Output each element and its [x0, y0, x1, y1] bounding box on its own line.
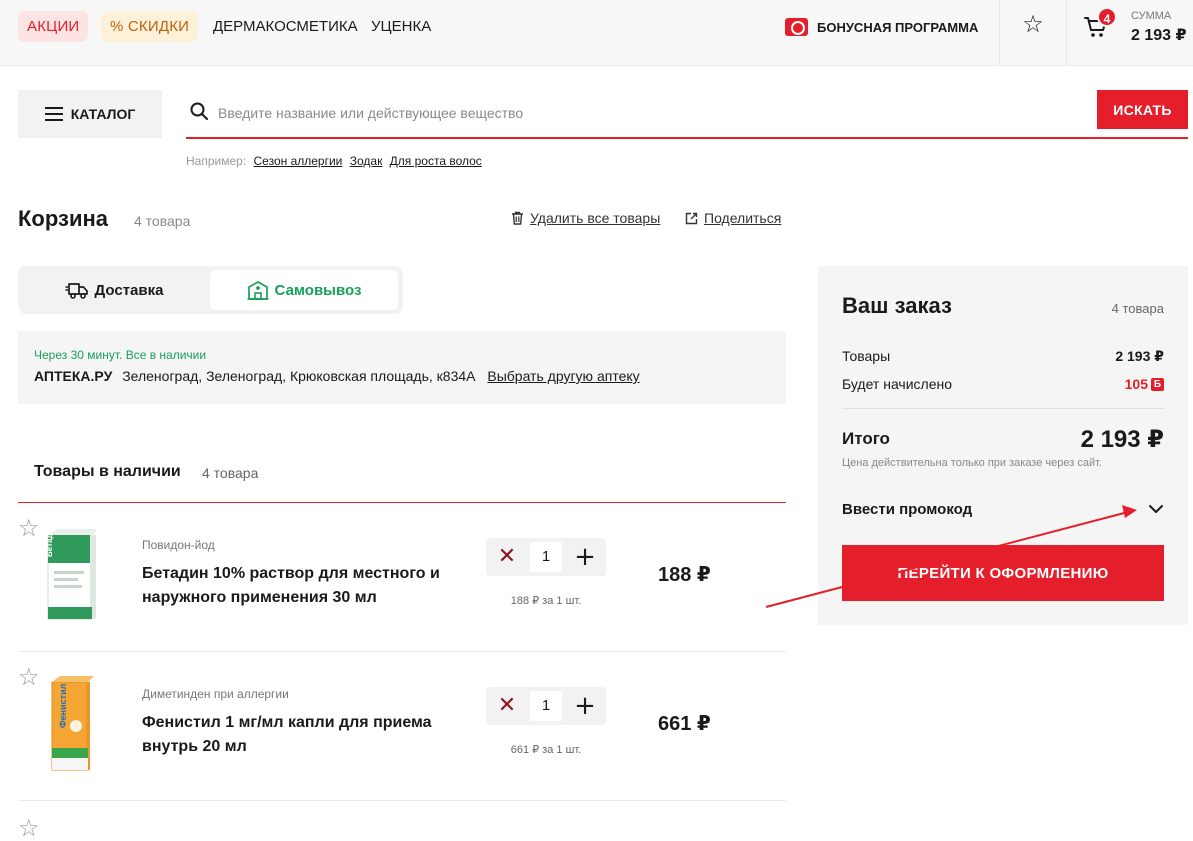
- trash-icon: [512, 211, 523, 225]
- bonus-value: 105 Б: [1125, 376, 1164, 392]
- remove-item-button[interactable]: ✕: [492, 691, 522, 721]
- summary-count: 4 товара: [1111, 301, 1164, 316]
- bonus-badge-icon: Б: [1151, 377, 1164, 391]
- product-price: 661 ₽: [658, 713, 711, 735]
- delivery-tabs: Доставка Самовывоз: [18, 266, 403, 314]
- divider: [1066, 0, 1067, 66]
- page-title: Корзина: [18, 206, 108, 231]
- menu-icon: [44, 107, 63, 121]
- quantity-stepper: ✕ 1 +: [486, 687, 606, 725]
- summary-goods-row: Товары 2 193 ₽: [842, 348, 1164, 364]
- tab-delivery-label: Доставка: [94, 281, 164, 299]
- pharmacy-line: АПТЕКА.РУ Зеленоград, Зеленоград, Крюков…: [34, 368, 640, 384]
- order-summary: Ваш заказ 4 товара Товары 2 193 ₽ Будет …: [818, 266, 1188, 625]
- divider: [999, 0, 1000, 66]
- example-link[interactable]: Сезон аллергии: [254, 154, 343, 168]
- bonus-program-label: БОНУСНАЯ ПРОГРАММА: [817, 19, 979, 35]
- pickup-time-note: Через 30 минут. Все в наличии: [34, 348, 207, 362]
- share-button[interactable]: Поделиться: [685, 210, 781, 226]
- search-examples: Например: Сезон аллергии Зодак Для роста…: [186, 154, 482, 168]
- unit-price: 188 ₽ за 1 шт.: [510, 595, 582, 607]
- quantity-value[interactable]: 1: [530, 691, 562, 721]
- search-bar: ИСКАТЬ: [186, 90, 1188, 139]
- quantity-value[interactable]: 1: [530, 542, 562, 572]
- delete-all-label: Удалить все товары: [530, 210, 661, 226]
- checkout-button[interactable]: ПЕРЕЙТИ К ОФОРМЛЕНИЮ: [842, 545, 1164, 601]
- in-stock-count: 4 товара: [202, 465, 259, 481]
- nav-promotions[interactable]: АКЦИИ: [18, 11, 89, 42]
- pharmacy-building-icon: [247, 281, 269, 300]
- product-category: Диметинден при аллергии: [142, 687, 289, 701]
- search-button[interactable]: ИСКАТЬ: [1097, 90, 1188, 129]
- total-label: Итого: [842, 429, 890, 448]
- cart-item: ☆: [18, 801, 786, 841]
- tab-delivery[interactable]: Доставка: [22, 270, 206, 310]
- bonus-heart-icon: [785, 18, 808, 36]
- nav-discounts[interactable]: % СКИДКИ: [101, 11, 199, 42]
- remove-item-button[interactable]: ✕: [492, 542, 522, 572]
- increase-quantity-button[interactable]: +: [570, 542, 600, 572]
- tab-pickup[interactable]: Самовывоз: [210, 270, 398, 310]
- example-link[interactable]: Зодак: [350, 154, 383, 168]
- product-name[interactable]: Фенистил 1 мг/мл капли для приема внутрь…: [142, 711, 462, 759]
- bonus-label: Будет начислено: [842, 376, 953, 392]
- goods-label: Товары: [842, 348, 891, 364]
- share-label: Поделиться: [704, 210, 782, 226]
- nav-dermacosmetics[interactable]: ДЕРМАКОСМЕТИКА: [213, 11, 358, 42]
- increase-quantity-button[interactable]: +: [570, 691, 600, 721]
- search-input[interactable]: [218, 98, 1078, 128]
- product-box-label: Фенистил: [58, 683, 68, 728]
- promo-code-label: Ввести промокод: [842, 501, 973, 518]
- product-category: Повидон-йод: [142, 538, 215, 552]
- example-link[interactable]: Для роста волос: [390, 154, 482, 168]
- favorite-star-icon[interactable]: ☆: [18, 666, 40, 690]
- catalog-button[interactable]: КАТАЛОГ: [18, 90, 162, 138]
- cart-item-count: 4 товара: [134, 213, 191, 229]
- summary-title: Ваш заказ: [842, 293, 952, 318]
- price-note: Цена действительна только при заказе чер…: [842, 457, 1102, 469]
- quantity-stepper: ✕ 1 +: [486, 538, 606, 576]
- top-bar: АКЦИИ % СКИДКИ ДЕРМАКОСМЕТИКА УЦЕНКА БОН…: [0, 0, 1193, 66]
- bonus-program-link[interactable]: БОНУСНАЯ ПРОГРАММА: [785, 16, 978, 38]
- sum-value: 2 193 ₽: [1131, 27, 1187, 44]
- product-image: Бетадин: [45, 527, 96, 620]
- favorites-star-icon[interactable]: ☆: [1020, 12, 1046, 38]
- examples-label: Например:: [186, 154, 247, 168]
- pharmacy-name: АПТЕКА.РУ: [34, 368, 113, 384]
- total-value: 2 193 ₽: [1080, 426, 1164, 453]
- pharmacy-address: Зеленоград, Зеленоград, Крюковская площа…: [122, 368, 476, 384]
- truck-icon: [65, 283, 88, 299]
- cart-item: ☆ Бетадин Повидон-йод Бетадин 10% раство…: [18, 503, 786, 652]
- share-icon: [685, 212, 698, 224]
- goods-value: 2 193 ₽: [1115, 348, 1164, 364]
- bonus-amount: 105: [1124, 376, 1148, 392]
- chevron-down-icon: [1149, 505, 1163, 513]
- pharmacy-info: Через 30 минут. Все в наличии АПТЕКА.РУ …: [18, 331, 786, 404]
- favorite-star-icon[interactable]: ☆: [18, 817, 40, 841]
- product-name[interactable]: Бетадин 10% раствор для местного и наруж…: [142, 562, 462, 610]
- product-price: 188 ₽: [658, 564, 711, 586]
- search-icon: [190, 102, 208, 120]
- tab-pickup-label: Самовывоз: [274, 281, 362, 299]
- unit-price: 661 ₽ за 1 шт.: [510, 744, 582, 756]
- cart-item: ☆ Фенистил Диметинден при аллергии Фенис…: [18, 652, 786, 801]
- sum-label: СУММА: [1131, 10, 1172, 22]
- promo-code-toggle[interactable]: Ввести промокод: [842, 500, 1164, 524]
- nav-markdown[interactable]: УЦЕНКА: [371, 11, 431, 42]
- summary-bonus-row: Будет начислено 105 Б: [842, 376, 1164, 392]
- catalog-label: КАТАЛОГ: [70, 106, 136, 122]
- favorite-star-icon[interactable]: ☆: [18, 517, 40, 541]
- change-pharmacy-link[interactable]: Выбрать другую аптеку: [487, 368, 639, 384]
- divider: [842, 408, 1164, 409]
- product-box-label: Бетадин: [45, 527, 54, 557]
- delete-all-button[interactable]: Удалить все товары: [511, 210, 660, 226]
- cart-count-badge: 4: [1097, 7, 1117, 27]
- in-stock-title: Товары в наличии: [34, 463, 181, 480]
- product-image: Фенистил: [51, 676, 94, 771]
